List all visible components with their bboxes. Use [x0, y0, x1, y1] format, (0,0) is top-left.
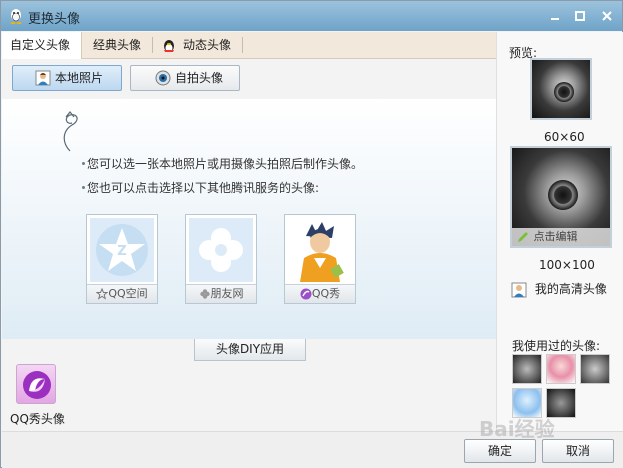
hint-line-1: 您可以选一张本地照片或用摄像头拍照后制作头像。	[87, 157, 364, 171]
bullet	[82, 186, 85, 189]
tab-label: 自定义头像	[10, 38, 71, 52]
tab-divider	[152, 37, 153, 53]
title-bar[interactable]: 更换头像	[1, 1, 622, 31]
large-size-label: 100×100	[539, 258, 595, 272]
pencil-icon	[518, 232, 528, 242]
window-title: 更换头像	[28, 12, 81, 27]
penguin-icon	[164, 39, 174, 52]
tab-custom-avatar[interactable]: 自定义头像	[2, 32, 82, 59]
clover-small-icon	[199, 289, 210, 299]
camera-lens	[548, 180, 578, 210]
hint-line-2: 您也可以点击选择以下其他腾讯服务的头像:	[87, 181, 320, 195]
cancel-button[interactable]: 取消	[542, 439, 614, 463]
small-size-label: 60×60	[544, 130, 585, 144]
qq-penguin-icon	[10, 9, 22, 24]
service-pengyou[interactable]: 朋友网	[185, 214, 257, 304]
service-caption: QQ空间	[87, 284, 157, 303]
click-to-edit-bar[interactable]: 点击编辑	[512, 228, 610, 246]
local-photo-button[interactable]: 本地照片	[12, 65, 122, 91]
click-to-edit-label: 点击编辑	[533, 230, 578, 243]
qqshow-avatar-label: QQ秀头像	[10, 412, 65, 426]
local-photo-label: 本地照片	[55, 71, 104, 85]
preview-panel: 预览: 60×60 点击编辑 100×100 我的高清头像 我使用过的头像:	[496, 32, 623, 431]
main-area: 本地照片 自拍头像 您可以选一张本地照片或用摄像头拍照后制作头像。 您也可以点击…	[2, 59, 496, 431]
qqshow-character-icon	[288, 218, 352, 282]
preview-large-image[interactable]: 点击编辑	[510, 146, 612, 248]
user-photo-icon	[511, 282, 527, 297]
maximize-button[interactable]	[571, 7, 589, 25]
change-avatar-window: 更换头像 自定义头像 经典头像 动态头像 本地照片 自拍头像 您可以选一张本地照…	[0, 0, 623, 468]
camera-lens	[554, 82, 574, 102]
watermark: Bai经验	[479, 417, 555, 441]
close-icon	[602, 11, 612, 21]
ok-button[interactable]: 确定	[464, 439, 536, 463]
close-button[interactable]	[598, 7, 616, 25]
history-title: 我使用过的头像:	[512, 339, 601, 353]
webcam-avatar-button[interactable]: 自拍头像	[130, 65, 240, 91]
avatar-diy-apps-button[interactable]: 头像DIY应用	[194, 339, 306, 361]
star-icon	[95, 287, 109, 300]
webcam-icon	[155, 70, 171, 86]
webcam-avatar-label: 自拍头像	[175, 71, 224, 85]
history-avatar-3[interactable]	[580, 354, 610, 384]
user-photo-icon	[35, 70, 51, 86]
clover-icon	[189, 218, 253, 282]
qqshow-app-icon	[23, 371, 51, 399]
tab-bar: 自定义头像 经典头像 动态头像	[2, 32, 496, 59]
service-qqshow[interactable]: QQ秀	[284, 214, 356, 304]
history-avatar-2[interactable]	[546, 354, 576, 384]
service-label: QQ秀	[311, 287, 341, 300]
service-label: QQ空间	[108, 287, 148, 300]
qzone-star-icon: Z	[90, 218, 154, 282]
tab-divider	[242, 37, 243, 53]
service-caption: QQ秀	[285, 284, 355, 303]
bullet	[82, 162, 85, 165]
service-qzone[interactable]: Z QQ空间	[86, 214, 158, 304]
minimize-button[interactable]	[546, 7, 564, 25]
maximize-icon	[575, 11, 585, 21]
qqshow-avatar-app[interactable]	[16, 364, 56, 404]
minimize-icon	[551, 18, 559, 20]
curved-arrow-icon	[63, 111, 78, 152]
qqshow-logo-icon	[300, 288, 312, 300]
preview-small-image	[530, 58, 592, 120]
tab-classic-avatar[interactable]: 经典头像	[85, 32, 149, 58]
tab-label: 动态头像	[183, 38, 232, 52]
tab-dynamic-avatar[interactable]: 动态头像	[157, 32, 239, 58]
history-avatar-1[interactable]	[512, 354, 542, 384]
tab-label: 经典头像	[93, 38, 142, 52]
hd-avatar-label: 我的高清头像	[534, 282, 607, 296]
hd-avatar-link[interactable]: 我的高清头像	[511, 280, 607, 298]
svg-text:Z: Z	[117, 244, 126, 259]
service-caption: 朋友网	[186, 284, 256, 303]
service-label: 朋友网	[210, 287, 244, 300]
